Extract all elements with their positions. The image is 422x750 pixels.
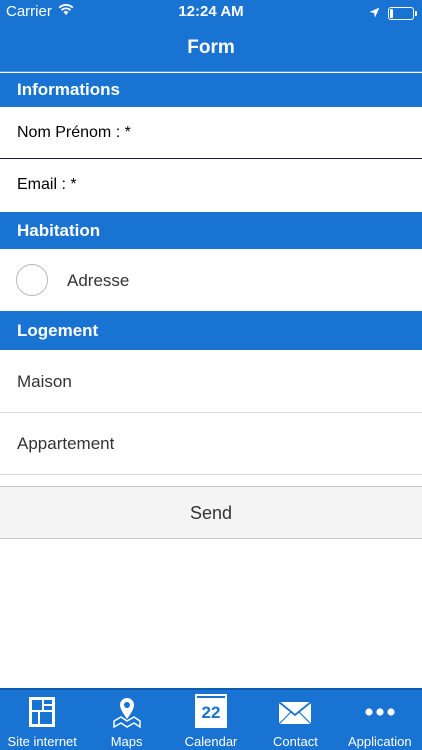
tab-application[interactable]: Application bbox=[338, 690, 422, 750]
tab-contact[interactable]: Contact bbox=[253, 690, 337, 750]
battery-icon bbox=[388, 7, 417, 20]
tab-label: Calendar bbox=[184, 734, 238, 749]
tab-maps[interactable]: Maps bbox=[84, 690, 168, 750]
tab-label: Site internet bbox=[7, 734, 77, 749]
status-time: 12:24 AM bbox=[178, 3, 244, 20]
calendar-day: 22 bbox=[201, 703, 221, 722]
tab-label: Contact bbox=[273, 734, 318, 749]
tab-label: Application bbox=[348, 734, 412, 749]
battery-fill bbox=[390, 9, 393, 18]
adresse-option[interactable]: Adresse bbox=[0, 250, 422, 311]
adresse-label: Adresse bbox=[67, 271, 130, 290]
envelope-icon bbox=[278, 695, 312, 729]
page-title: Form bbox=[187, 37, 235, 58]
email-field[interactable]: Email : * bbox=[0, 160, 422, 211]
calendar-icon-header bbox=[195, 694, 228, 700]
tab-label: Maps bbox=[110, 734, 143, 749]
location-arrow-icon bbox=[369, 5, 380, 22]
navigation-bar: Form bbox=[0, 24, 422, 72]
site-internet-icon bbox=[25, 695, 59, 729]
logement-option-appartement[interactable]: Appartement bbox=[0, 413, 422, 475]
section-header-habitation: Habitation bbox=[0, 212, 422, 249]
map-pin-icon bbox=[110, 695, 144, 729]
status-right-group bbox=[369, 5, 417, 22]
tab-site-internet[interactable]: Site internet bbox=[0, 690, 84, 750]
more-dots-icon bbox=[363, 695, 397, 729]
section-header-informations: Informations bbox=[0, 73, 422, 107]
section-header-logement: Logement bbox=[0, 311, 422, 350]
tab-calendar[interactable]: 22 Calendar bbox=[169, 690, 253, 750]
calendar-icon: 22 bbox=[195, 694, 228, 728]
tab-bar: Site internet Maps 22 Calendar Contact A… bbox=[0, 688, 422, 750]
send-button[interactable]: Send bbox=[0, 486, 422, 539]
radio-button[interactable] bbox=[16, 264, 48, 296]
logement-option-maison[interactable]: Maison bbox=[0, 351, 422, 413]
status-bar: Carrier 12:24 AM bbox=[0, 0, 422, 24]
nom-prenom-field[interactable]: Nom Prénom : * bbox=[0, 108, 422, 159]
